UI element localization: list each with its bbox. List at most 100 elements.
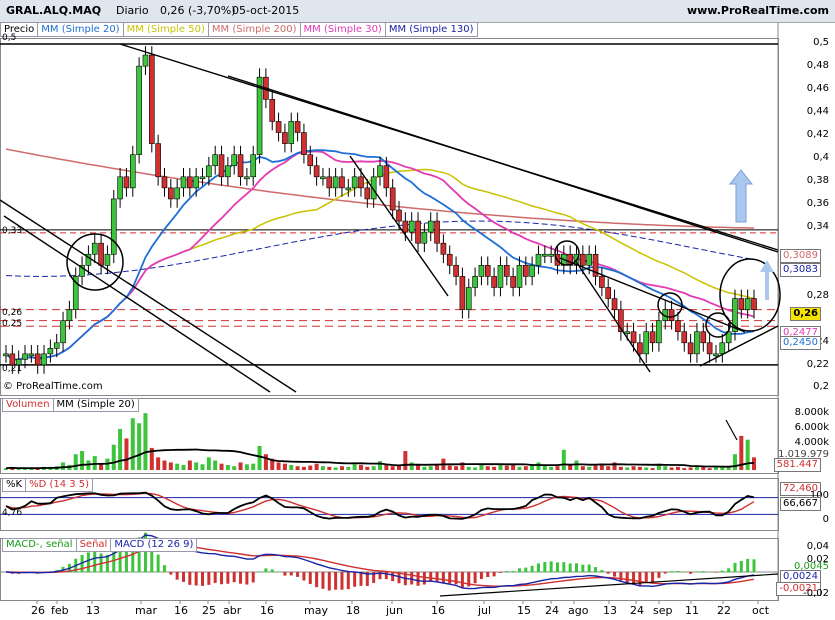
macd-hist-bar <box>613 572 617 577</box>
macd-hist-bar <box>695 571 699 573</box>
macd-tick: 0,04 <box>806 541 829 552</box>
volume-bar <box>238 462 243 470</box>
candle <box>453 265 459 277</box>
volume-bar <box>80 451 85 470</box>
legend-macd[interactable]: MACD (12 26 9) <box>110 538 198 552</box>
x-axis-label: 24 <box>630 604 644 617</box>
volume-bar <box>523 466 528 470</box>
macd-hist-bar <box>346 572 350 590</box>
volume-bar <box>511 464 516 470</box>
macd-hist-bar <box>498 572 502 573</box>
candle <box>244 176 250 180</box>
legend-stoch-d[interactable]: %D (14 3 5) <box>25 478 94 492</box>
macd-hist-bar <box>270 569 274 573</box>
volume-bar <box>384 464 389 470</box>
candle <box>332 176 339 189</box>
macd-hist-bar <box>359 572 363 586</box>
macd-hist-bar <box>441 572 445 583</box>
macd-hist-bar <box>410 572 414 585</box>
macd-hist-bar <box>194 572 198 586</box>
ytick: 0,46 <box>806 83 829 94</box>
candle <box>738 298 745 310</box>
macd-hist-bar <box>391 572 395 582</box>
chart-canvas[interactable] <box>0 0 835 620</box>
volume-bar <box>206 457 211 470</box>
candle <box>472 276 478 288</box>
candle <box>383 165 390 189</box>
volume-bar <box>333 467 338 470</box>
candle <box>180 176 187 189</box>
macd-hist-bar <box>422 572 426 585</box>
volume-bar <box>124 438 129 470</box>
macd-hist-bar <box>708 571 712 573</box>
volume-bar <box>289 464 294 470</box>
macd-hist-bar <box>353 572 357 587</box>
copyright: © ProRealTime.com <box>3 381 103 392</box>
candle <box>168 187 174 200</box>
volume-bar <box>650 468 655 470</box>
volume-bar <box>168 462 173 470</box>
legend-volume-mm[interactable]: MM (Simple 20) <box>52 398 139 412</box>
macd-hist-bar <box>239 572 243 584</box>
x-axis-label: 13 <box>86 604 100 617</box>
candle <box>516 265 523 288</box>
macd-hist-bar <box>416 572 420 586</box>
macd-hist-bar <box>162 565 166 573</box>
volume-bar <box>745 439 750 470</box>
candle <box>326 176 333 189</box>
candle <box>427 220 434 233</box>
legend-macd-signal[interactable]: Señal <box>75 538 112 552</box>
legend-volume[interactable]: Volumen <box>2 398 54 412</box>
volume-bar <box>492 466 497 470</box>
candle <box>630 331 637 344</box>
vol-tick: 4.000k <box>794 437 829 448</box>
candle <box>605 287 612 299</box>
volume-legend: Volumen MM (Simple 20) <box>2 398 139 412</box>
macd-hist-bar <box>739 561 743 573</box>
vol-badge: 581.447 <box>773 458 821 472</box>
legend-macd-hist[interactable]: MACD-, señal <box>2 538 77 552</box>
macd-hist-bar <box>334 572 338 590</box>
x-axis-label: mar <box>135 604 157 617</box>
volume-bar <box>542 465 547 470</box>
volume-bar <box>618 466 623 470</box>
macd-hist-bar <box>549 561 553 573</box>
up-arrow-small-icon <box>760 260 774 300</box>
candle <box>129 154 136 189</box>
candle <box>282 132 288 144</box>
candle <box>389 187 396 211</box>
x-axis-label: sep <box>653 604 673 617</box>
x-axis-label: 11 <box>685 604 699 617</box>
candle <box>497 265 504 288</box>
candle <box>155 143 161 178</box>
volume-bar <box>555 466 560 470</box>
candle <box>408 220 415 233</box>
ytick: 0,22 <box>806 359 829 370</box>
candle <box>402 220 409 233</box>
stoch-badge-2: 66,667 <box>780 497 821 511</box>
macd-hist-bar <box>181 572 185 582</box>
candle <box>313 165 320 178</box>
macd-hist-bar <box>479 572 483 580</box>
volume-bar <box>371 466 376 470</box>
macd-hist-bar <box>460 572 464 588</box>
left-label-top: 0,5 <box>2 33 17 43</box>
x-axis-label: 16 <box>174 604 188 617</box>
candle <box>681 331 688 344</box>
vol-tick: 8.000k <box>794 407 829 418</box>
macd-hist-bar <box>543 562 547 573</box>
macd-hist-bar <box>644 572 648 584</box>
x-axis-label: 25 <box>202 604 216 617</box>
candle <box>41 353 47 366</box>
candle <box>484 265 491 277</box>
macd-hist-bar <box>720 570 724 573</box>
volume-bar <box>447 465 452 470</box>
volume-bar <box>365 466 370 470</box>
candle <box>98 242 104 266</box>
candle <box>744 298 751 310</box>
volume-bar <box>327 466 332 470</box>
volume-bar <box>675 466 680 470</box>
macd-hist-bar <box>581 564 585 573</box>
legend-stoch-k[interactable]: %K <box>2 478 27 492</box>
macd-hist-bar <box>657 572 661 578</box>
